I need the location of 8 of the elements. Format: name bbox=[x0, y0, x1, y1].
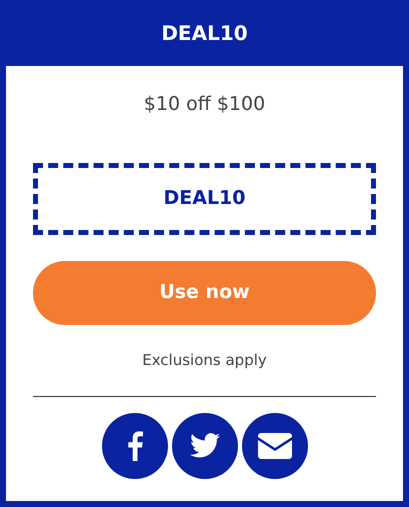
envelope-icon bbox=[258, 432, 292, 458]
exclusions-text: Exclusions apply bbox=[142, 350, 267, 370]
card-title: DEAL10 bbox=[161, 20, 248, 47]
letter-f-icon bbox=[126, 430, 142, 460]
offer-text: $10 off $100 bbox=[144, 92, 266, 117]
coupon-code: DEAL10 bbox=[33, 162, 376, 234]
use-now-button[interactable]: Use now bbox=[33, 260, 376, 324]
bird-icon bbox=[190, 433, 220, 458]
